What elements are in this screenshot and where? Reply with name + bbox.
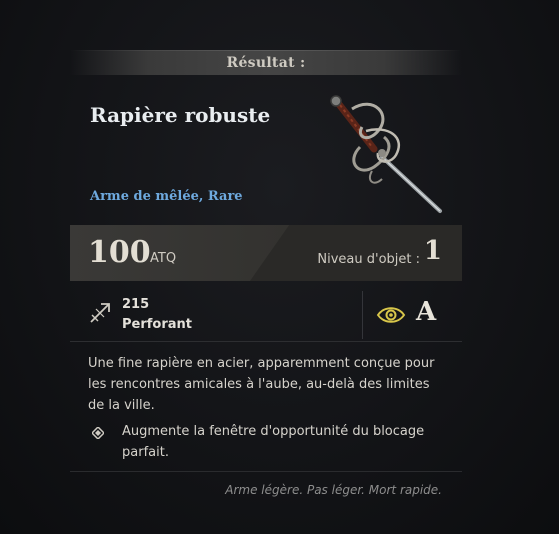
piercing-arrow-icon bbox=[90, 303, 110, 323]
damage-type: Perforant bbox=[122, 317, 192, 332]
rapier-sword-image bbox=[330, 95, 442, 213]
item-name: Rapière robuste bbox=[90, 103, 271, 127]
attack-unit: ATQ bbox=[150, 251, 177, 266]
result-header: Résultat : bbox=[70, 50, 462, 75]
item-level-label: Niveau d'objet : bbox=[317, 252, 420, 267]
scaling-grade: A bbox=[416, 297, 437, 327]
item-level-value: 1 bbox=[423, 236, 442, 266]
item-tooltip-panel: Rapière robuste Arme de mêlée, Rare 100 … bbox=[70, 75, 462, 505]
eye-icon bbox=[376, 307, 406, 323]
item-description: Une fine rapière en acier, apparemment c… bbox=[88, 356, 435, 413]
diamond-bullet-icon bbox=[92, 427, 104, 439]
result-title: Résultat : bbox=[226, 54, 306, 71]
stats-divider bbox=[362, 291, 363, 339]
footer-divider bbox=[70, 471, 462, 472]
damage-scaling-row: 215 Perforant A bbox=[70, 289, 462, 342]
damage-value: 215 bbox=[122, 297, 150, 312]
flavor-text: Arme légère. Pas léger. Mort rapide. bbox=[225, 483, 442, 497]
attack-value: 100 bbox=[88, 235, 151, 270]
attack-level-band: 100 ATQ Niveau d'objet : 1 bbox=[70, 225, 462, 281]
item-type: Arme de mêlée, Rare bbox=[90, 189, 243, 204]
perk-text: Augmente la fenêtre d'opportunité du blo… bbox=[122, 424, 425, 460]
